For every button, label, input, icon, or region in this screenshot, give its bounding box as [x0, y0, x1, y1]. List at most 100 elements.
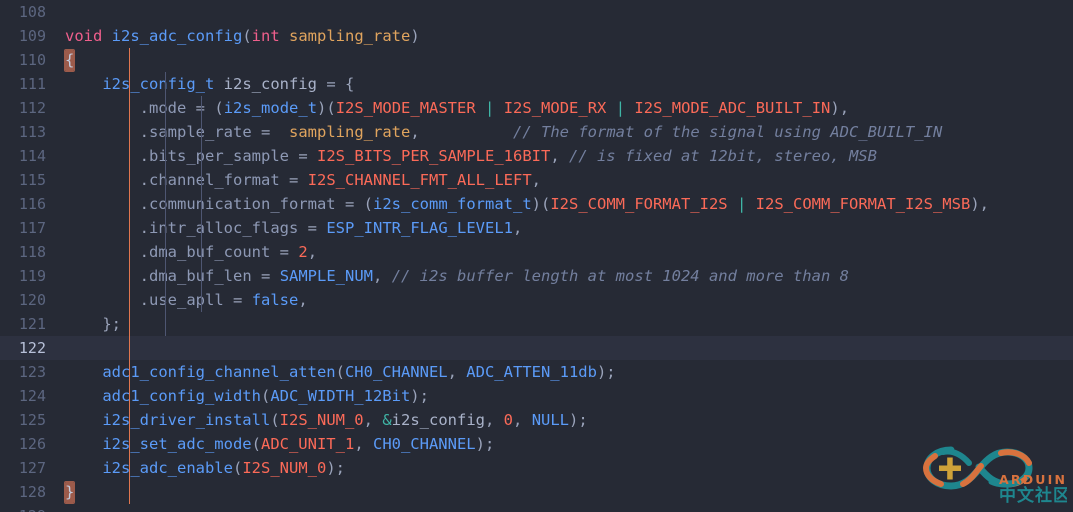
code-line[interactable]: 118 .dma_buf_count = 2, — [0, 240, 1073, 264]
code-line[interactable]: 124 adc1_config_width(ADC_WIDTH_12Bit); — [0, 384, 1073, 408]
code-line[interactable]: 123 adc1_config_channel_atten(CH0_CHANNE… — [0, 360, 1073, 384]
code-line[interactable]: 109 void i2s_adc_config(int sampling_rate… — [0, 24, 1073, 48]
code-token: , — [447, 363, 467, 381]
code-line[interactable]: 116 .communication_format = (i2s_comm_fo… — [0, 192, 1073, 216]
code-line-content[interactable]: .mode = (i2s_mode_t)(I2S_MODE_MASTER | I… — [56, 96, 1073, 120]
code-line[interactable]: 121 }; — [0, 312, 1073, 336]
code-line[interactable]: 127 i2s_adc_enable(I2S_NUM_0); — [0, 456, 1073, 480]
code-line-content[interactable]: }; — [56, 312, 1073, 336]
code-editor[interactable]: 108 109 void i2s_adc_config(int sampling_r… — [0, 0, 1073, 512]
code-token: ( — [214, 99, 224, 117]
code-line-content[interactable]: i2s_config_t i2s_config = { — [56, 72, 1073, 96]
code-line-content[interactable]: void i2s_adc_config(int sampling_rate) — [56, 24, 1073, 48]
code-token: ADC_UNIT_1 — [260, 435, 355, 453]
code-line-content[interactable]: .communication_format = (i2s_comm_format… — [56, 192, 1073, 216]
line-number: 115 — [18, 171, 46, 189]
code-line-list[interactable]: 108 109 void i2s_adc_config(int sampling_r… — [0, 0, 1073, 512]
code-line-content[interactable] — [56, 336, 1073, 360]
code-line-content[interactable]: i2s_set_adc_mode(ADC_UNIT_1, CH0_CHANNEL… — [56, 432, 1073, 456]
code-line[interactable]: 122 — [0, 336, 1073, 360]
code-line[interactable]: 119 .dma_buf_len = SAMPLE_NUM, // i2s bu… — [0, 264, 1073, 288]
code-line[interactable]: 112 .mode = (i2s_mode_t)(I2S_MODE_MASTER… — [0, 96, 1073, 120]
code-line[interactable]: 128} — [0, 480, 1073, 504]
code-token: = — [298, 147, 308, 165]
code-line-content[interactable]: .use_apll = false, — [56, 288, 1073, 312]
code-token: ( — [260, 387, 271, 405]
code-line[interactable]: 117 .intr_alloc_flags = ESP_INTR_FLAG_LE… — [0, 216, 1073, 240]
code-line-content[interactable] — [56, 0, 1073, 24]
line-number: 117 — [18, 219, 46, 237]
code-token: , — [410, 123, 420, 141]
code-line-content[interactable]: .dma_buf_count = 2, — [56, 240, 1073, 264]
code-line-content[interactable]: adc1_config_channel_atten(CH0_CHANNEL, A… — [56, 360, 1073, 384]
indent-guide — [129, 48, 130, 72]
code-line[interactable]: 129 — [0, 504, 1073, 512]
code-line[interactable]: 114 .bits_per_sample = I2S_BITS_PER_SAMP… — [0, 144, 1073, 168]
code-line-content[interactable]: .sample_rate = sampling_rate, // The for… — [56, 120, 1073, 144]
code-line-content[interactable]: i2s_driver_install(I2S_NUM_0, &i2s_confi… — [56, 408, 1073, 432]
line-number: 127 — [18, 459, 46, 477]
code-token: use_apll — [149, 291, 224, 309]
code-token: )( — [317, 99, 336, 117]
code-line-content[interactable]: .channel_format = I2S_CHANNEL_FMT_ALL_LE… — [56, 168, 1073, 192]
indent-guide — [129, 480, 130, 504]
code-token: I2S_NUM_0 — [279, 411, 364, 429]
code-line-content[interactable]: adc1_config_width(ADC_WIDTH_12Bit); — [56, 384, 1073, 408]
code-line-content[interactable]: i2s_adc_enable(I2S_NUM_0); — [56, 456, 1073, 480]
code-line-content[interactable]: .intr_alloc_flags = ESP_INTR_FLAG_LEVEL1… — [56, 216, 1073, 240]
code-line[interactable]: 125 i2s_driver_install(I2S_NUM_0, &i2s_c… — [0, 408, 1073, 432]
code-token: . — [139, 291, 149, 309]
code-token: = — [307, 219, 317, 237]
code-token: I2S_CHANNEL_FMT_ALL_LEFT — [307, 171, 532, 189]
code-line[interactable]: 111 i2s_config_t i2s_config = { — [0, 72, 1073, 96]
code-line[interactable]: 113 .sample_rate = sampling_rate, // The… — [0, 120, 1073, 144]
code-line-content[interactable]: { — [56, 48, 1073, 72]
line-number: 118 — [18, 243, 46, 261]
code-token: , — [354, 435, 373, 453]
code-token: mode — [149, 99, 187, 117]
code-line[interactable]: 110 { — [0, 48, 1073, 72]
line-number: 108 — [18, 3, 46, 21]
code-token: & — [382, 411, 392, 429]
code-token: SAMPLE_NUM — [279, 267, 374, 285]
code-line-content[interactable]: .dma_buf_len = SAMPLE_NUM, // i2s buffer… — [56, 264, 1073, 288]
code-token: dma_buf_len — [149, 267, 252, 285]
code-token: // is fixed at 12bit, stereo, MSB — [568, 147, 877, 165]
code-line-content[interactable]: .bits_per_sample = I2S_BITS_PER_SAMPLE_1… — [56, 144, 1073, 168]
code-token: | — [736, 195, 747, 213]
code-line-content[interactable] — [56, 504, 1073, 512]
code-line-content[interactable]: } — [56, 480, 1073, 504]
code-line[interactable]: 115 .channel_format = I2S_CHANNEL_FMT_AL… — [0, 168, 1073, 192]
code-token: channel_format — [149, 171, 280, 189]
code-token: adc1_config_channel_atten — [102, 363, 336, 381]
code-token: ); — [569, 411, 588, 429]
line-number: 119 — [18, 267, 46, 285]
line-number: 110 — [18, 51, 46, 69]
code-token: )( — [531, 195, 551, 213]
code-line[interactable]: 126 i2s_set_adc_mode(ADC_UNIT_1, CH0_CHA… — [0, 432, 1073, 456]
code-token: false — [251, 291, 299, 309]
code-line[interactable]: 120 .use_apll = false, — [0, 288, 1073, 312]
code-line[interactable]: 108 — [0, 0, 1073, 24]
code-token: } — [65, 482, 75, 503]
code-token: ( — [251, 435, 261, 453]
code-token: communication_format — [149, 195, 336, 213]
code-token: sampling_rate — [289, 27, 411, 45]
code-token: , — [513, 411, 532, 429]
code-token: I2S_MODE_RX — [503, 99, 607, 117]
code-token: ADC_ATTEN_11db — [466, 363, 597, 381]
